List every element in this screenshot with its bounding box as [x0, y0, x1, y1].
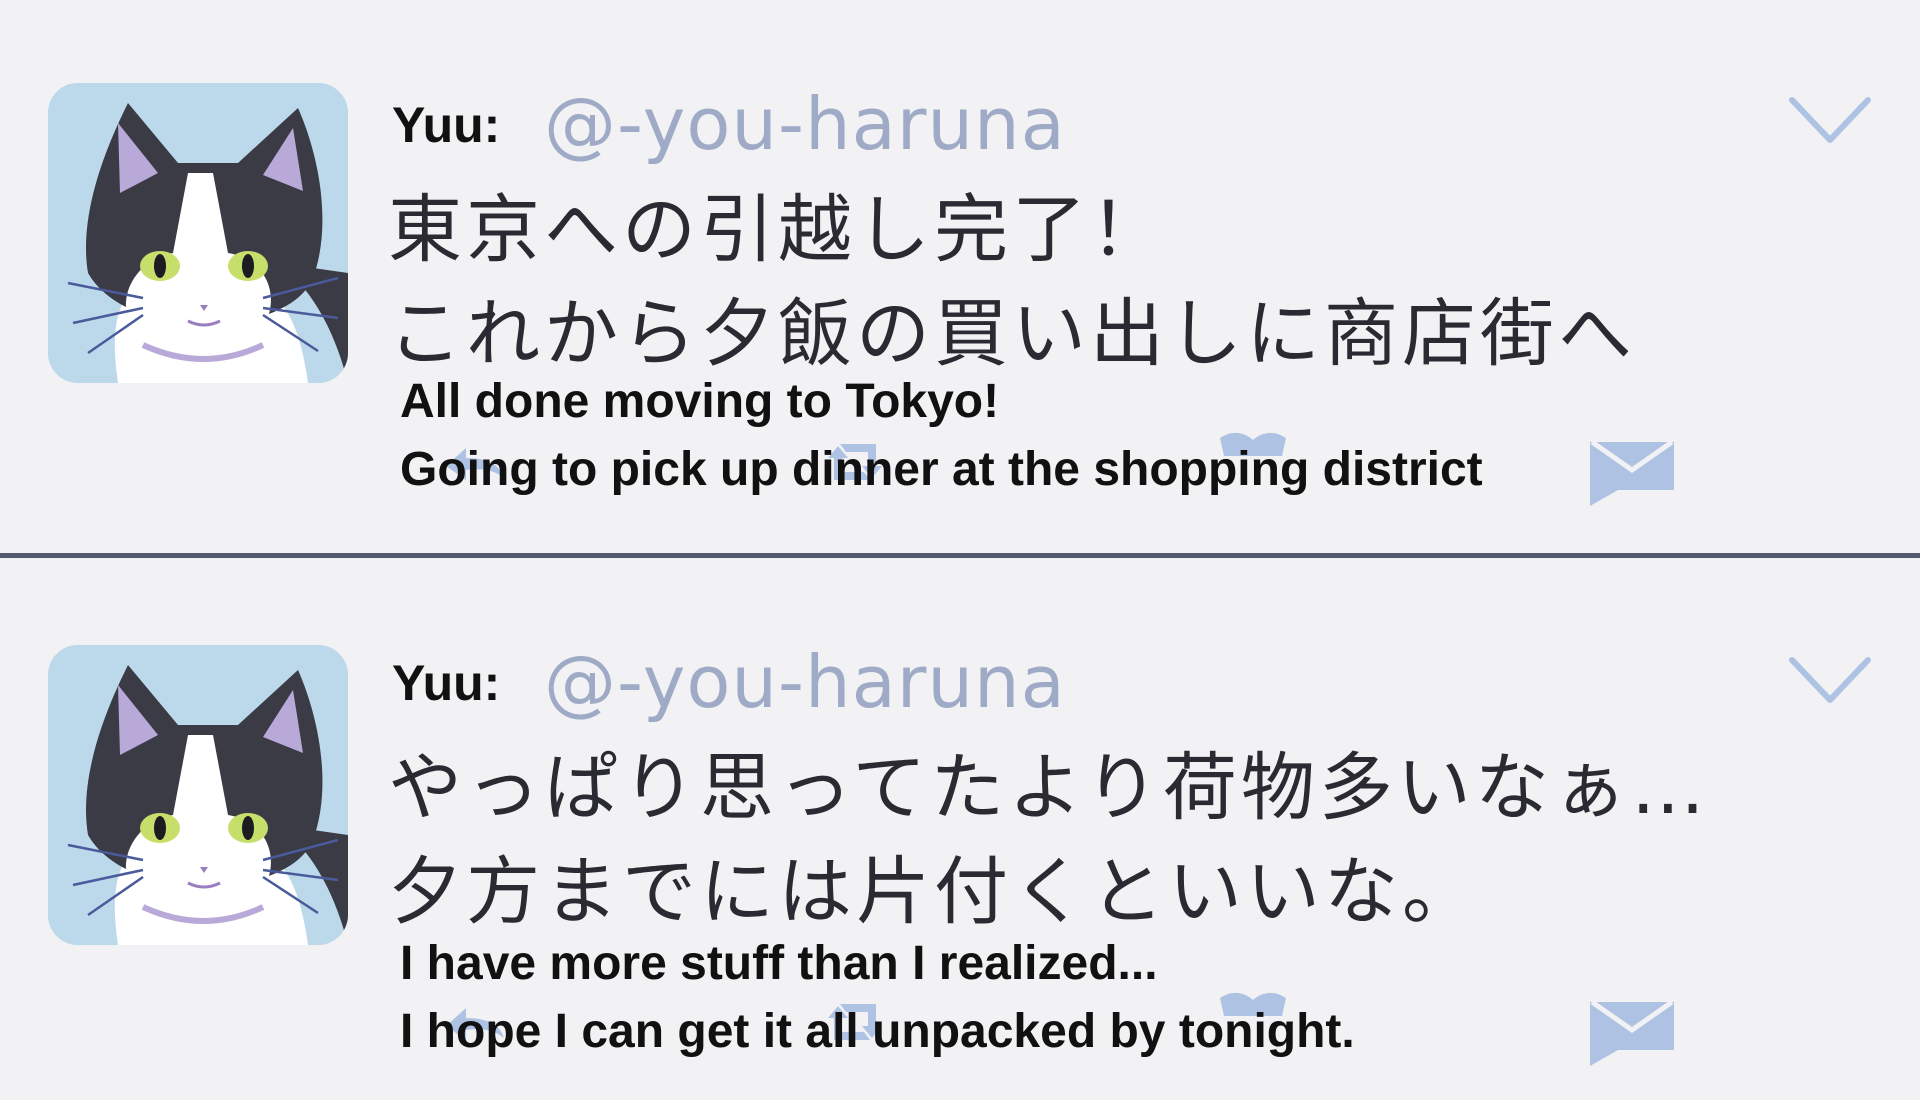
chevron-down-icon[interactable] — [1788, 652, 1872, 708]
divider — [0, 553, 1920, 558]
subtitle-line: I have more stuff than I realized... — [400, 937, 1158, 990]
post-text-line: 夕方までには片付くといいな。 — [388, 849, 1480, 935]
subtitle-caption: I have more stuff than I realized... I h… — [400, 930, 1540, 1066]
display-name: Yuu: — [392, 655, 501, 711]
post-text-line: 東京への引越し完了！ — [388, 187, 1168, 273]
mail-icon[interactable] — [1588, 432, 1676, 506]
cat-avatar-icon[interactable] — [48, 645, 348, 945]
subtitle-line: All done moving to Tokyo! — [400, 375, 1000, 428]
subtitle-caption: All done moving to Tokyo! Going to pick … — [400, 368, 1540, 504]
subtitle-line: Going to pick up dinner at the shopping … — [400, 443, 1483, 496]
post[interactable]: Yuu: @-you-haruna やっぱり思ってたより荷物多いなぁ… 夕方まで… — [0, 560, 1920, 1100]
cat-avatar-icon[interactable] — [48, 83, 348, 383]
post-text-line: やっぱり思ってたより荷物多いなぁ… — [388, 745, 1709, 831]
post-text: やっぱり思ってたより荷物多いなぁ… 夕方までには片付くといいな。 — [388, 736, 1828, 944]
user-handle[interactable]: @-you-haruna — [544, 82, 1066, 166]
chevron-down-icon[interactable] — [1788, 92, 1872, 148]
post-text: 東京への引越し完了！ これから夕飯の買い出しに商店街へ — [388, 178, 1828, 386]
mail-icon[interactable] — [1588, 992, 1676, 1066]
subtitle-line: I hope I can get it all unpacked by toni… — [400, 1005, 1355, 1058]
post[interactable]: Yuu: @-you-haruna 東京への引越し完了！ これから夕飯の買い出し… — [0, 0, 1920, 540]
timeline-feed: Yuu: @-you-haruna 東京への引越し完了！ これから夕飯の買い出し… — [0, 0, 1920, 1080]
user-handle[interactable]: @-you-haruna — [544, 640, 1066, 724]
display-name: Yuu: — [392, 97, 501, 153]
